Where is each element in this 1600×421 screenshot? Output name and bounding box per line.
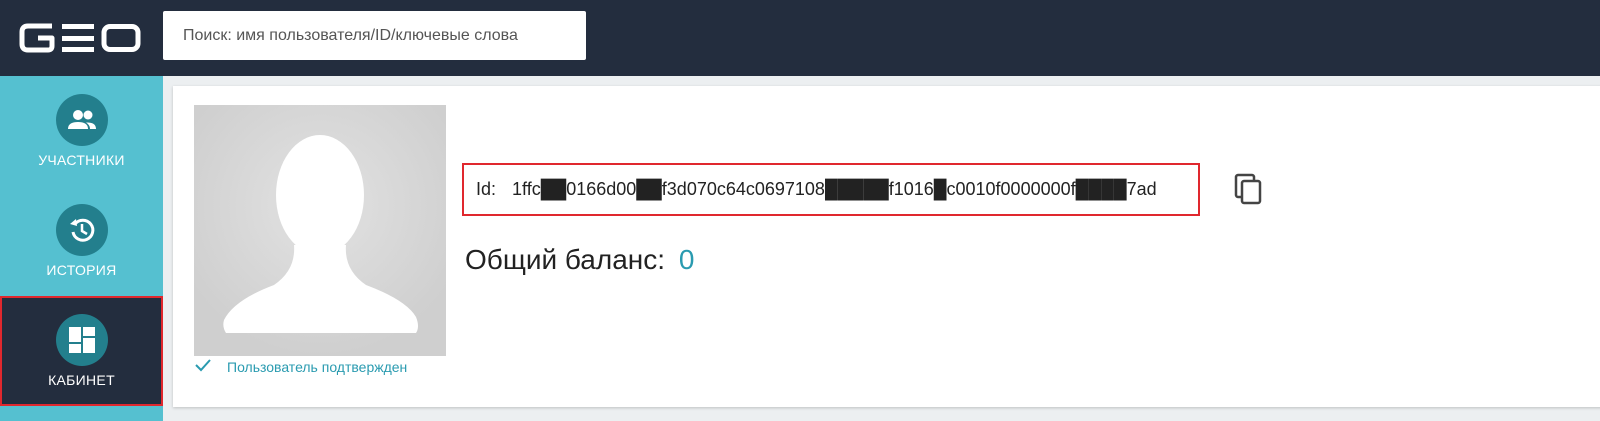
dashboard-icon — [55, 314, 108, 366]
profile-card: Пользователь подтвержден Id: 1ffc██0166d… — [173, 86, 1600, 407]
id-value[interactable]: 1ffc██0166d00██f3d070c64c0697108█████f10… — [512, 179, 1157, 200]
avatar — [194, 105, 446, 356]
search-box[interactable] — [163, 11, 586, 60]
history-icon — [55, 204, 108, 256]
top-bar — [0, 0, 1600, 76]
user-id-field: Id: 1ffc██0166d00██f3d070c64c0697108████… — [462, 163, 1200, 216]
sidebar-item-label: УЧАСТНИКИ — [38, 152, 125, 168]
balance-value: 0 — [678, 244, 695, 275]
sidebar-item-label: ИСТОРИЯ — [46, 262, 117, 278]
geo-logo-mark — [19, 23, 141, 53]
search-input[interactable] — [181, 25, 586, 46]
verified-status: Пользователь подтвержден — [195, 358, 407, 375]
avatar-silhouette-icon — [194, 105, 446, 356]
sidebar: УЧАСТНИКИ ИСТОРИЯ КАБИНЕТ — [0, 76, 163, 421]
sidebar-item-cabinet[interactable]: КАБИНЕТ — [0, 296, 163, 406]
sidebar-item-participants[interactable]: УЧАСТНИКИ — [0, 76, 163, 186]
sidebar-item-history[interactable]: ИСТОРИЯ — [0, 186, 163, 296]
verified-label: Пользователь подтвержден — [227, 358, 408, 375]
total-balance: Общий баланс: 0 — [465, 244, 694, 276]
people-icon — [55, 94, 108, 146]
copy-icon[interactable] — [1232, 173, 1264, 205]
geo-logo[interactable] — [18, 20, 142, 61]
sidebar-item-label: КАБИНЕТ — [48, 372, 115, 388]
check-icon — [195, 358, 211, 375]
balance-label: Общий баланс: — [465, 244, 666, 275]
id-label: Id: — [476, 179, 497, 199]
